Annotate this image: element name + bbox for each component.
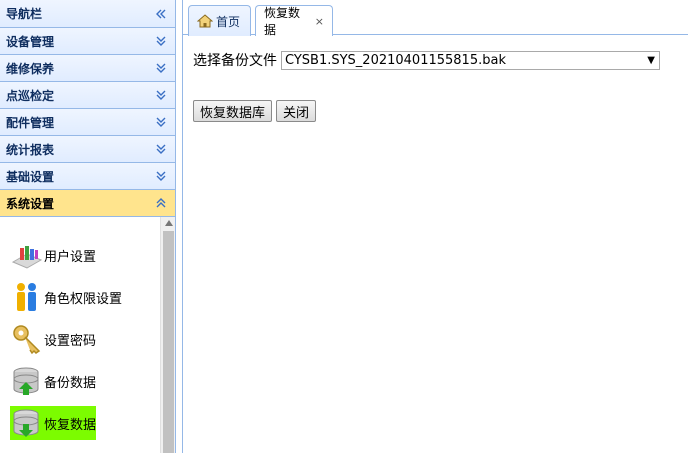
collapse-left-icon[interactable] [155,8,167,20]
close-button[interactable]: 关闭 [276,100,317,122]
chevron-down-icon [155,62,167,74]
chevron-down-icon [155,143,167,155]
system-settings-menu: 用户设置 角色权限设置 设置密码 备份数据 恢复数据 [0,217,175,453]
main-panel: 首页 恢复数据 × 选择备份文件 CYSB1.SYS_2021040115581… [182,0,688,453]
section-maintenance[interactable]: 维修保养 [0,55,175,82]
home-icon [197,14,213,28]
sidebar-header: 导航栏 [0,0,175,28]
tab-restore-data[interactable]: 恢复数据 × [255,5,333,37]
scroll-thumb[interactable] [163,231,174,453]
scroll-up-icon[interactable] [161,217,176,229]
menu-item-set-password[interactable]: 设置密码 [10,322,96,356]
menu-item-label: 设置密码 [44,333,97,349]
backup-file-select[interactable]: CYSB1.SYS_20210401155815.bak ▼ [281,50,660,70]
chevron-down-icon [155,170,167,182]
action-buttons: 恢复数据库 关闭 [193,100,317,122]
select-backup-label: 选择备份文件 [193,53,277,69]
section-system-settings[interactable]: 系统设置 [0,190,175,217]
chevron-down-icon [155,89,167,101]
section-label: 维修保养 [6,61,55,76]
tab-bar: 首页 恢复数据 × [183,0,688,37]
tab-label: 首页 [216,14,241,29]
sidebar-title: 导航栏 [6,7,43,21]
chevron-down-icon [155,35,167,47]
section-reports[interactable]: 统计报表 [0,136,175,163]
menu-item-user-settings[interactable]: 用户设置 [10,238,96,272]
menu-item-label: 备份数据 [44,375,97,391]
section-label: 统计报表 [6,142,55,157]
section-label: 基础设置 [6,169,55,184]
chevron-up-icon [155,197,167,209]
close-icon[interactable]: × [315,15,324,28]
key-icon [10,322,44,356]
section-label: 设备管理 [6,34,55,49]
section-basic-settings[interactable]: 基础设置 [0,163,175,190]
role-permission-icon [10,280,44,314]
menu-scrollbar[interactable] [160,217,175,453]
section-label: 配件管理 [6,115,55,130]
menu-item-role-permissions[interactable]: 角色权限设置 [10,280,122,314]
users-settings-icon [10,238,44,272]
chevron-down-icon [155,116,167,128]
section-label: 系统设置 [6,196,55,211]
backup-file-row: 选择备份文件 CYSB1.SYS_20210401155815.bak ▼ [193,50,660,70]
database-backup-icon [10,364,44,398]
database-restore-icon [10,406,44,440]
section-label: 点巡检定 [6,88,55,103]
section-inspection[interactable]: 点巡检定 [0,82,175,109]
section-parts-management[interactable]: 配件管理 [0,109,175,136]
menu-item-backup-data[interactable]: 备份数据 [10,364,96,398]
selected-file-value: CYSB1.SYS_20210401155815.bak [285,52,506,68]
menu-item-restore-data[interactable]: 恢复数据 [10,406,97,440]
restore-database-button[interactable]: 恢复数据库 [193,100,273,122]
tab-label: 恢复数据 [264,6,301,37]
section-device-management[interactable]: 设备管理 [0,28,175,55]
menu-item-label: 恢复数据 [44,417,97,433]
tab-home[interactable]: 首页 [188,5,251,36]
menu-item-label: 角色权限设置 [44,291,123,307]
menu-item-label: 用户设置 [44,249,97,265]
dropdown-arrow-icon: ▼ [647,54,655,66]
sidebar: 导航栏 设备管理 维修保养 点巡检定 配件管理 统计报表 基础设置 系统设置 用… [0,0,176,453]
